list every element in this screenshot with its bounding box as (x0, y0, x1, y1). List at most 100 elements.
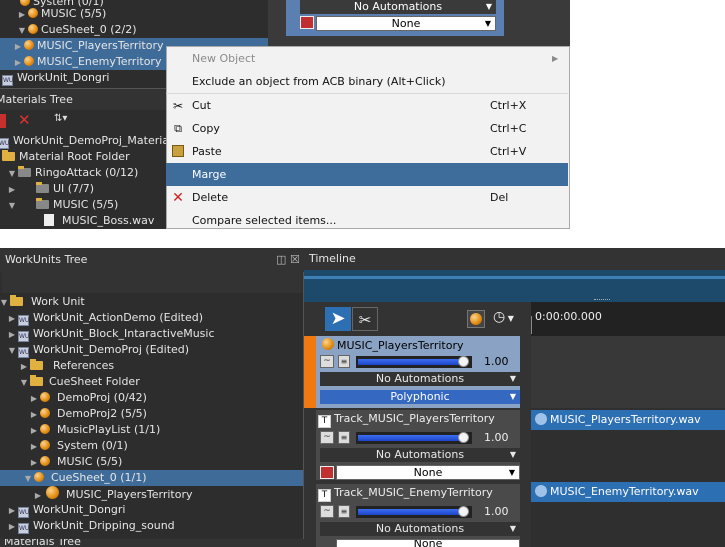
delete-x-icon[interactable]: ✕ (18, 111, 31, 129)
menu-item-paste[interactable]: Paste Ctrl+V (166, 140, 568, 163)
mode-dropdown[interactable]: None (336, 539, 520, 547)
tree-row[interactable]: ▼ CueSheet Folder (20, 374, 140, 390)
expand-arrow-icon[interactable]: ▶ (30, 423, 38, 439)
slider-knob[interactable] (458, 432, 469, 443)
tree-row[interactable]: ▶ MUSIC (5/5) (18, 6, 106, 22)
slider-knob[interactable] (458, 506, 469, 517)
add-icon[interactable] (0, 114, 6, 128)
track-lane-2[interactable]: MUSIC_EnemyTerritory.wav (531, 482, 725, 547)
menu-item-compare[interactable]: Compare selected items... (166, 209, 568, 229)
tree-row[interactable]: ▶ UI (7/7) (8, 181, 94, 197)
record-mute-icon[interactable] (320, 466, 334, 479)
collapse-arrow-icon[interactable]: ▼ (18, 23, 26, 39)
tree-row[interactable]: WU WorkUnit_Dongri (0, 70, 109, 86)
expand-arrow-icon[interactable]: ▶ (30, 391, 38, 407)
tree-label: MUSIC_PlayersTerritory (66, 488, 193, 501)
expand-arrow-icon[interactable]: ▶ (20, 359, 28, 375)
timeline-overview[interactable] (304, 270, 725, 302)
tree-row[interactable]: ▼ MUSIC (5/5) (8, 197, 118, 213)
tree-row[interactable]: ▼ Work Unit (0, 294, 85, 310)
solo-icon[interactable]: ≡ (338, 431, 350, 444)
collapse-arrow-icon[interactable]: ▼ (0, 295, 8, 311)
mode-dropdown[interactable]: None ▼ (336, 465, 520, 480)
select-tool-icon[interactable]: ➤ (325, 307, 351, 331)
tree-row[interactable]: ▼ WU WorkUnit_DemoProj (Edited) (8, 342, 189, 358)
solo-icon[interactable]: ≡ (338, 505, 350, 518)
collapse-arrow-icon[interactable]: ▼ (8, 343, 16, 359)
tree-row-selected[interactable]: ▼ CueSheet_0 (1/1) (0, 470, 303, 486)
automation-dropdown[interactable]: No Automations ▼ (320, 522, 520, 536)
expand-arrow-icon[interactable]: ▶ (30, 455, 38, 471)
tree-row[interactable]: ▶ MUSIC_PlayersTerritory (34, 486, 193, 502)
cut-tool-icon[interactable]: ✂ (352, 307, 378, 331)
splitter-grip[interactable] (594, 299, 610, 301)
tree-row[interactable]: ▶ References (20, 358, 114, 374)
tree-row[interactable]: ▶ DemoProj2 (5/5) (30, 406, 147, 422)
menu-item-exclude[interactable]: Exclude an object from ACB binary (Alt+C… (166, 70, 568, 93)
automation-dropdown[interactable]: No Automations ▼ (320, 448, 520, 462)
float-icon[interactable]: ◫ (276, 248, 286, 272)
expand-arrow-icon[interactable]: ▶ (30, 407, 38, 423)
track-header-1[interactable]: T Track_MUSIC_PlayersTerritory ~ ≡ 1.00 N… (304, 408, 531, 482)
collapse-arrow-icon[interactable]: ▼ (24, 471, 32, 487)
expand-arrow-icon[interactable]: ▶ (8, 503, 16, 519)
clock-icon[interactable]: ◷ ▼ (493, 309, 514, 325)
track-lane-1[interactable]: MUSIC_PlayersTerritory.wav (531, 408, 725, 482)
waveform-clip[interactable]: MUSIC_PlayersTerritory.wav (531, 410, 725, 430)
mute-icon[interactable]: ~ (320, 431, 334, 444)
tree-row[interactable]: ▶ WU WorkUnit_Block_IntaractiveMusic (8, 326, 215, 342)
tree-row[interactable]: ▼ RingoAttack (0/12) (8, 165, 138, 181)
collapse-arrow-icon[interactable]: ▼ (8, 198, 16, 214)
expand-arrow-icon[interactable]: ▶ (8, 182, 16, 198)
expand-arrow-icon[interactable]: ▶ (8, 519, 16, 535)
mute-icon[interactable]: ~ (320, 505, 334, 518)
tree-row[interactable]: ▶ WU WorkUnit_Dripping_sound (8, 518, 175, 534)
mode-dropdown[interactable]: None ▼ (316, 16, 496, 31)
menu-item-new-object[interactable]: New Object ▶ (166, 47, 568, 70)
tree-row[interactable]: ▶ MUSIC (5/5) (30, 454, 122, 470)
expand-arrow-icon[interactable]: ▶ (8, 311, 16, 327)
menu-item-marge[interactable]: Marge (166, 163, 568, 186)
dropdown-value: No Automations (375, 448, 465, 461)
automation-dropdown[interactable]: No Automations ▼ (300, 0, 496, 14)
mute-icon[interactable]: ~ (320, 355, 334, 368)
tree-row[interactable]: ▶ WU WorkUnit_Dongri (8, 502, 125, 518)
tree-row[interactable]: ▼ CueSheet_0 (2/2) (18, 22, 137, 38)
expand-arrow-icon[interactable]: ▶ (18, 7, 26, 23)
close-icon[interactable]: ☒ (290, 248, 300, 272)
tree-row[interactable]: ▶ MusicPlayList (1/1) (30, 422, 160, 438)
menu-item-copy[interactable]: ⧉ Copy Ctrl+C (166, 117, 568, 140)
expand-arrow-icon[interactable]: ▶ (14, 39, 22, 55)
tree-row[interactable]: WU WorkUnit_DemoProj_Materials (0, 133, 178, 149)
slider-knob[interactable] (458, 356, 469, 367)
materials-tree: WU WorkUnit_DemoProj_Materials Material R… (0, 132, 178, 229)
tree-row[interactable]: ▶ WU WorkUnit_ActionDemo (Edited) (8, 310, 203, 326)
tree-row[interactable]: ▶ DemoProj (0/42) (30, 390, 147, 406)
waveform-clip[interactable]: MUSIC_EnemyTerritory.wav (531, 482, 725, 502)
mode-dropdown[interactable]: Polyphonic ▼ (320, 390, 520, 404)
tree-row[interactable]: Material Root Folder (0, 149, 130, 165)
collapse-arrow-icon[interactable]: ▼ (20, 375, 28, 391)
collapse-arrow-icon[interactable]: ▼ (8, 166, 16, 182)
expand-arrow-icon[interactable]: ▶ (30, 439, 38, 455)
expand-arrow-icon[interactable]: ▶ (8, 327, 16, 343)
menu-item-delete[interactable]: ✕ Delete Del (166, 186, 568, 209)
volume-slider[interactable] (356, 432, 472, 444)
automation-dropdown[interactable]: No Automations ▼ (320, 372, 520, 386)
track-header-2[interactable]: T Track_MUSIC_EnemyTerritory ~ ≡ 1.00 No … (304, 482, 531, 547)
volume-slider[interactable] (356, 356, 472, 368)
volume-slider[interactable] (356, 506, 472, 518)
sort-icon[interactable]: ⇅▾ (54, 113, 67, 124)
expand-arrow-icon[interactable]: ▶ (14, 55, 22, 71)
track-lane-0[interactable] (531, 336, 725, 408)
tree-label: MUSIC (5/5) (53, 198, 119, 211)
tree-row[interactable]: MUSIC_Boss.wav (44, 213, 154, 229)
tree-row[interactable]: ▶ System (0/1) (30, 438, 128, 454)
mute-icon[interactable] (300, 16, 314, 29)
track-header-0[interactable]: MUSIC_PlayersTerritory ~ ≡ 1.00 No Autom… (304, 336, 531, 408)
wave-file-icon (44, 214, 54, 226)
solo-icon[interactable]: ≡ (338, 355, 350, 368)
record-button[interactable] (467, 310, 485, 328)
time-ruler[interactable]: 0:00:00.000 (531, 302, 725, 336)
menu-item-cut[interactable]: ✂ Cut Ctrl+X (166, 94, 568, 117)
